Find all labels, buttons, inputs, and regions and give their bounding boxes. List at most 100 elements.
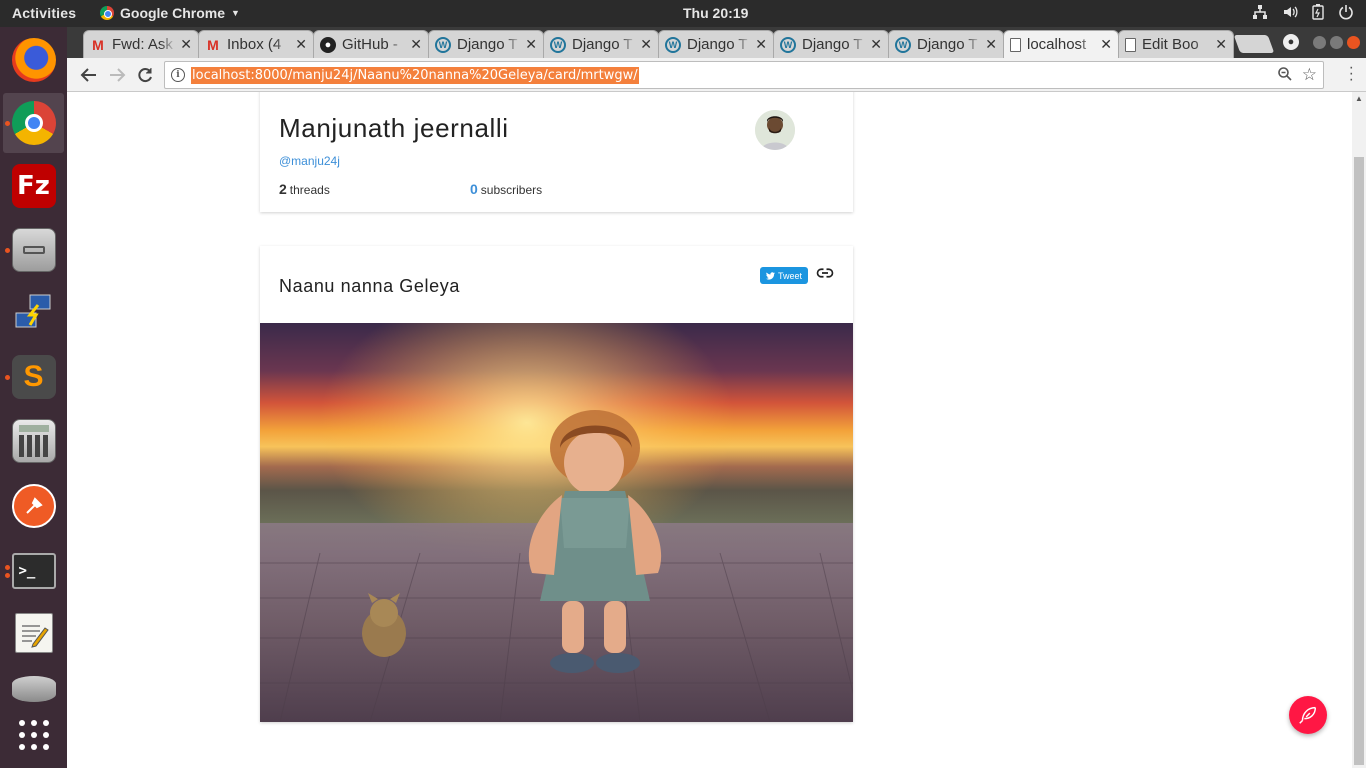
close-icon[interactable]: ✕ xyxy=(1100,36,1112,53)
scroll-up-arrow-icon[interactable]: ▲ xyxy=(1355,94,1363,103)
launcher-postman[interactable] xyxy=(3,476,64,536)
launcher-text-editor[interactable] xyxy=(3,603,64,663)
battery-icon[interactable] xyxy=(1312,4,1324,20)
power-icon[interactable] xyxy=(1338,4,1354,20)
close-icon[interactable]: ✕ xyxy=(295,36,307,53)
launcher-calculator[interactable] xyxy=(3,411,64,471)
launcher-files[interactable] xyxy=(3,220,64,280)
github-icon: ● xyxy=(320,36,336,53)
zoom-icon[interactable] xyxy=(1277,66,1293,82)
new-tab-button[interactable] xyxy=(1233,35,1275,53)
tab-title: Django T xyxy=(457,36,518,53)
tab-title: Fwd: Ask xyxy=(112,36,173,53)
forward-button[interactable] xyxy=(105,63,129,87)
launcher-firefox[interactable] xyxy=(3,30,64,90)
tab-django-1[interactable]: W Django T ✕ xyxy=(428,30,544,58)
kebab-menu-icon[interactable]: · · · xyxy=(1349,60,1354,88)
window-controls: ● xyxy=(1283,34,1360,50)
profile-name: Manjunath jeernalli xyxy=(279,113,509,143)
volume-icon[interactable] xyxy=(1282,4,1298,20)
profile-icon[interactable]: ● xyxy=(1283,34,1299,50)
scrollbar-thumb[interactable] xyxy=(1354,157,1364,765)
close-icon[interactable]: ✕ xyxy=(410,36,422,53)
tab-title: Django T xyxy=(572,36,633,53)
tab-title: Django T xyxy=(687,36,748,53)
calculator-icon xyxy=(11,419,56,463)
launcher-sublime-text[interactable]: S xyxy=(3,347,64,407)
tab-django-5[interactable]: W Django T ✕ xyxy=(888,30,1004,58)
tab-title: GitHub - xyxy=(342,36,398,53)
wordpress-icon: W xyxy=(550,36,566,53)
compose-fab-button[interactable] xyxy=(1289,696,1327,734)
launcher-chrome[interactable] xyxy=(3,93,64,153)
wordpress-icon: W xyxy=(665,36,681,53)
twitter-bird-icon xyxy=(765,271,775,280)
document-icon xyxy=(1125,37,1136,52)
post-image[interactable] xyxy=(260,323,853,722)
tab-github[interactable]: ● GitHub - ✕ xyxy=(313,30,429,58)
tab-title: Django T xyxy=(917,36,978,53)
app-grid-icon xyxy=(12,713,56,757)
sublime-text-icon: S xyxy=(11,355,56,399)
info-icon[interactable]: i xyxy=(171,68,185,82)
launcher-remote-desktop[interactable] xyxy=(3,283,64,343)
bookmark-star-icon[interactable]: ☆ xyxy=(1302,65,1317,85)
subscribers-count: 0 xyxy=(470,181,478,197)
subscribers-stat[interactable]: 0 subscribers xyxy=(470,181,542,197)
tweet-button[interactable]: Tweet xyxy=(760,267,808,284)
post-card: Naanu nanna Geleya Tweet xyxy=(260,246,853,722)
app-menu[interactable]: Google Chrome ▼ xyxy=(100,5,240,21)
network-icon[interactable] xyxy=(1252,4,1268,20)
chrome-icon xyxy=(100,6,114,20)
maximize-button[interactable] xyxy=(1330,35,1343,49)
close-icon[interactable]: ✕ xyxy=(755,36,767,53)
close-icon[interactable]: ✕ xyxy=(640,36,652,53)
close-icon[interactable]: ✕ xyxy=(870,36,882,53)
launcher-terminal[interactable]: >_ xyxy=(3,541,64,601)
feather-pen-icon xyxy=(1299,706,1317,724)
clock[interactable]: Thu 20:19 xyxy=(683,5,748,21)
page-scrollbar[interactable]: ▲ xyxy=(1352,92,1366,768)
system-tray[interactable] xyxy=(1252,4,1354,20)
caret-down-icon: ▼ xyxy=(231,8,240,18)
back-button[interactable] xyxy=(77,63,101,87)
reload-button[interactable] xyxy=(133,63,157,87)
text-editor-icon xyxy=(14,613,53,653)
tab-django-3[interactable]: W Django T ✕ xyxy=(658,30,774,58)
close-icon[interactable]: ✕ xyxy=(1215,36,1227,53)
tab-django-4[interactable]: W Django T ✕ xyxy=(773,30,889,58)
chrome-icon xyxy=(11,101,56,145)
tab-edit-book[interactable]: Edit Boo ✕ xyxy=(1118,30,1234,58)
postman-icon xyxy=(11,484,56,528)
link-icon[interactable] xyxy=(816,264,834,282)
profile-handle-link[interactable]: @manju24j xyxy=(279,154,340,168)
minimize-button[interactable] xyxy=(1313,35,1326,49)
tab-django-2[interactable]: W Django T ✕ xyxy=(543,30,659,58)
page-viewport: Manjunath jeernalli @manju24j 2 threads 0… xyxy=(67,92,1352,768)
profile-card: Manjunath jeernalli @manju24j 2 threads 0… xyxy=(260,92,853,212)
avatar[interactable] xyxy=(755,110,795,150)
close-icon[interactable]: ✕ xyxy=(985,36,997,53)
launcher-filezilla[interactable]: Fz xyxy=(3,156,64,216)
tab-title: Inbox (4 xyxy=(227,36,282,53)
tab-localhost[interactable]: localhost ✕ xyxy=(1003,30,1119,58)
launcher-show-applications[interactable] xyxy=(3,705,64,765)
tab-strip: M Fwd: Ask ✕ M Inbox (4 ✕ ● GitHub - ✕ W… xyxy=(67,27,1366,58)
running-indicator xyxy=(5,248,10,253)
close-icon[interactable]: ✕ xyxy=(525,36,537,53)
close-icon[interactable]: ✕ xyxy=(180,36,192,53)
activities-button[interactable]: Activities xyxy=(12,5,76,21)
url-text[interactable]: localhost:8000/manju24j/Naanu%20nanna%20… xyxy=(191,67,639,84)
tab-inbox[interactable]: M Inbox (4 ✕ xyxy=(198,30,314,58)
browser-toolbar: i localhost:8000/manju24j/Naanu%20nanna%… xyxy=(67,58,1366,92)
address-bar[interactable]: i localhost:8000/manju24j/Naanu%20nanna%… xyxy=(164,61,1324,89)
wordpress-icon: W xyxy=(895,36,911,53)
threads-stat[interactable]: 2 threads xyxy=(279,181,330,197)
close-window-button[interactable] xyxy=(1347,35,1360,49)
firefox-icon xyxy=(11,38,56,82)
filezilla-icon: Fz xyxy=(11,164,56,208)
tab-fwd-ask[interactable]: M Fwd: Ask ✕ xyxy=(83,30,199,58)
remote-desktop-icon xyxy=(12,291,56,335)
post-title: Naanu nanna Geleya xyxy=(279,276,460,296)
document-icon xyxy=(1010,37,1021,52)
